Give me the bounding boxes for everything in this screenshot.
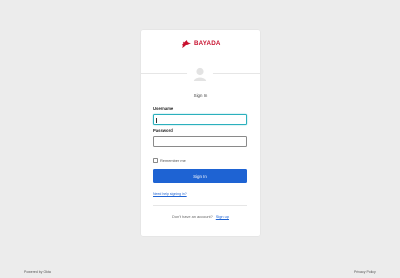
page-title: Sign In: [193, 93, 208, 98]
sign-in-card: BAYADA Sign In Username Password Remembe…: [141, 30, 260, 236]
powered-by-text[interactable]: Powered by Okta: [24, 270, 51, 274]
password-field[interactable]: [153, 136, 247, 147]
remember-me[interactable]: Remember me: [153, 158, 186, 163]
remember-me-label: Remember me: [160, 158, 186, 163]
signup-row: Don't have an account? Sign up: [141, 214, 260, 219]
brand-logo: BAYADA: [181, 38, 221, 50]
signup-link[interactable]: Sign up: [216, 214, 229, 219]
username-label: Username: [153, 106, 174, 111]
remember-me-checkbox[interactable]: [153, 158, 158, 163]
username-field[interactable]: [153, 114, 247, 125]
help-link[interactable]: Need help signing in?: [153, 192, 187, 196]
dove-icon: [182, 40, 191, 48]
password-label: Password: [153, 128, 173, 133]
brand-name: BAYADA: [194, 39, 221, 47]
privacy-policy-link[interactable]: Privacy Policy: [354, 270, 376, 274]
signup-prompt: Don't have an account?: [172, 214, 213, 219]
text-caret: [156, 118, 157, 123]
sign-in-button[interactable]: Sign In: [153, 169, 247, 183]
user-avatar-icon: [187, 61, 213, 87]
signup-divider: [153, 205, 247, 206]
